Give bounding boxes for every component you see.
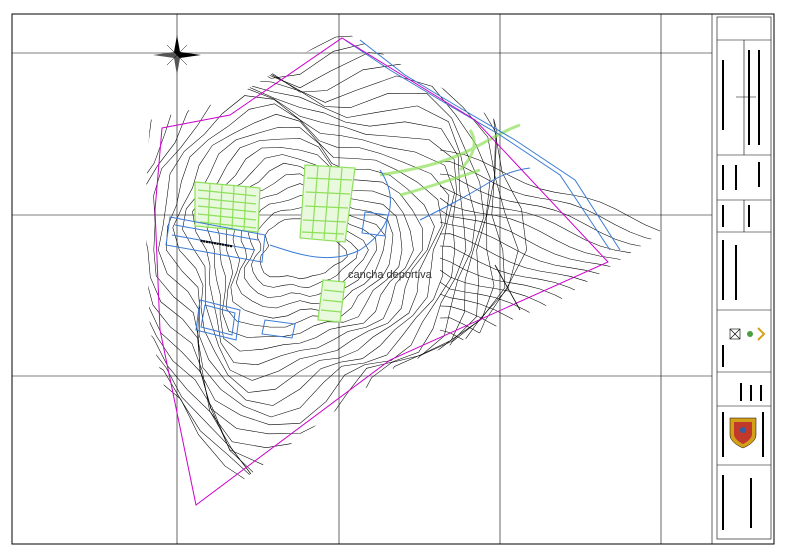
title-block-marks <box>722 50 764 530</box>
sports-field-label: cancha deportiva <box>348 269 433 281</box>
contour-line <box>158 95 455 418</box>
leader-line <box>494 264 521 311</box>
contour-line <box>439 149 661 232</box>
municipal-shield-icon <box>729 417 757 449</box>
logo-icon <box>729 327 766 341</box>
contour-line <box>439 329 661 405</box>
vegetation-area-west <box>194 181 261 233</box>
contour-line <box>439 305 661 387</box>
contour-line <box>439 293 661 375</box>
plan-sheet: ■■■■■■■■■■■■ cancha deportiva <box>11 13 775 545</box>
contour-line <box>166 103 450 406</box>
contour-line <box>145 70 491 480</box>
vegetation-area-central <box>299 164 356 243</box>
contour-line <box>439 317 661 396</box>
contour-line <box>439 269 661 344</box>
vegetation-area-south <box>317 279 346 323</box>
contour-line <box>439 221 661 304</box>
contour-line <box>145 34 527 515</box>
contour-line <box>145 83 467 435</box>
vegetation-areas <box>194 123 521 323</box>
contour-line <box>145 52 506 510</box>
title-block <box>716 16 772 540</box>
vegetation-ravine <box>379 123 521 197</box>
contour-line <box>439 185 661 260</box>
north-arrow-icon <box>153 35 201 75</box>
contour-line <box>145 78 476 448</box>
